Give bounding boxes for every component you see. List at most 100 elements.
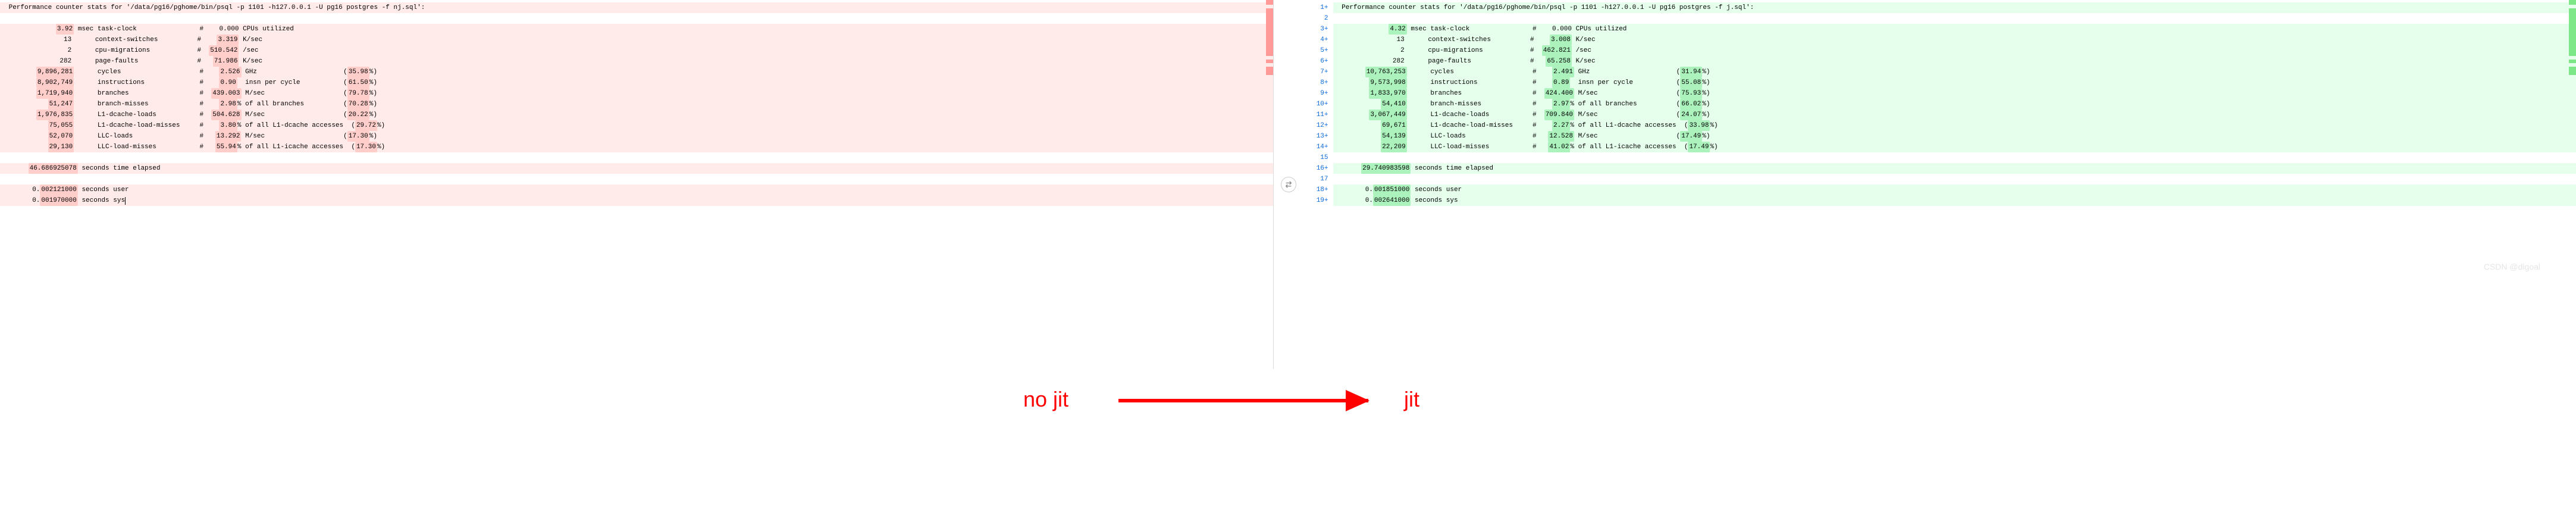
diff-text-chunk: cycles #: [74, 67, 219, 77]
diff-text-chunk: 2.98: [219, 99, 237, 110]
diff-text-chunk: GHz (: [1574, 67, 1680, 77]
right-minimap[interactable]: [2569, 0, 2576, 369]
diff-text-chunk: 424.400: [1544, 88, 1574, 99]
diff-text-chunk: 13.292: [215, 131, 242, 142]
diff-row: 46.686925078 seconds time elapsed: [0, 163, 1273, 174]
diff-text-chunk: % of all L1-dcache accesses (: [1570, 120, 1688, 131]
diff-text-chunk: [1338, 88, 1370, 99]
diff-text-chunk: 55.08: [1680, 77, 1702, 88]
diff-text-chunk: [5, 88, 36, 99]
diff-text-chunk: 001851000: [1373, 185, 1411, 195]
diff-row: 2 cpu-migrations # 510.542 /sec: [0, 45, 1273, 56]
diff-text-chunk: % of all branches (: [1570, 99, 1680, 110]
diff-text-chunk: [5, 120, 48, 131]
diff-row: 0.001970000 seconds sys: [0, 195, 1273, 206]
diff-text-chunk: 13 context-switches #: [5, 35, 217, 45]
diff-text-chunk: 4.32: [1389, 24, 1406, 35]
diff-row: 54,410 branch-misses # 2.97% of all bran…: [1333, 99, 2576, 110]
diff-text-chunk: seconds user: [1411, 185, 1462, 195]
diff-text-chunk: [1338, 163, 1362, 174]
diff-text-chunk: instructions #: [74, 77, 219, 88]
diff-text-chunk: 65.258: [1546, 56, 1572, 67]
diff-row: [0, 152, 1273, 163]
diff-text-chunk: 66.02: [1680, 99, 1702, 110]
diff-text-chunk: [5, 142, 48, 152]
diff-row: 54,139 LLC-loads # 12.528 M/sec (17.49%): [1333, 131, 2576, 142]
diff-text-chunk: 17.30: [347, 131, 369, 142]
diff-text-chunk: %): [1702, 131, 1710, 142]
diff-text-chunk: 504.628: [211, 110, 241, 120]
diff-text-chunk: %): [1710, 142, 1718, 152]
diff-text-chunk: 1,976,835: [36, 110, 74, 120]
line-number: 4+: [1306, 35, 1328, 45]
diff-row: 10,763,253 cycles # 2.491 GHz (31.94%): [1333, 67, 2576, 77]
diff-text-chunk: 75,055: [48, 120, 74, 131]
diff-text-chunk: 35.98: [347, 67, 369, 77]
diff-text-chunk: [1338, 99, 1381, 110]
diff-row: 13 context-switches # 3.319 K/sec: [0, 35, 1273, 45]
diff-text-chunk: L1-dcache-load-misses #: [74, 120, 219, 131]
diff-text-chunk: 462.821: [1542, 45, 1572, 56]
diff-text-chunk: 3,067,449: [1369, 110, 1406, 120]
diff-text-chunk: 439.003: [211, 88, 241, 99]
diff-text-chunk: K/sec: [239, 56, 262, 67]
diff-text-chunk: seconds time elapsed: [1411, 163, 1493, 174]
diff-text-chunk: 2 cpu-migrations #: [5, 45, 209, 56]
diff-row: Performance counter stats for '/data/pg1…: [0, 2, 1273, 13]
diff-text-chunk: branches #: [74, 88, 211, 99]
diff-text-chunk: 8,902,749: [36, 77, 74, 88]
diff-text-chunk: [1338, 24, 1389, 35]
right-diff-content[interactable]: Performance counter stats for '/data/pg1…: [1333, 0, 2576, 369]
line-number: 18+: [1306, 185, 1328, 195]
diff-row: 75,055 L1-dcache-load-misses # 3.80% of …: [0, 120, 1273, 131]
diff-text-chunk: 3.92: [56, 24, 74, 35]
diff-text-chunk: 0.89: [1552, 77, 1570, 88]
diff-text-chunk: 79.78: [347, 88, 369, 99]
diff-text-chunk: M/sec (: [241, 131, 347, 142]
diff-text-chunk: 17.49: [1688, 142, 1710, 152]
diff-text-chunk: 709.840: [1544, 110, 1574, 120]
diff-row: 29.740983598 seconds time elapsed: [1333, 163, 2576, 174]
diff-text-chunk: 24.07: [1680, 110, 1702, 120]
diff-text-chunk: 2.491: [1552, 67, 1574, 77]
diff-row: 0.002641000 seconds sys: [1333, 195, 2576, 206]
diff-text-chunk: seconds sys: [1411, 195, 1458, 206]
diff-text-chunk: [1338, 110, 1370, 120]
diff-text-chunk: 54,410: [1381, 99, 1407, 110]
line-number: 2: [1306, 13, 1328, 24]
swap-icon[interactable]: [1281, 177, 1296, 192]
diff-text-chunk: 2.526: [219, 67, 241, 77]
diff-row: [0, 174, 1273, 185]
diff-text-chunk: 0.: [5, 185, 40, 195]
diff-row: 0.001851000 seconds user: [1333, 185, 2576, 195]
diff-row: 52,070 LLC-loads # 13.292 M/sec (17.30%): [0, 131, 1273, 142]
left-diff-content[interactable]: Performance counter stats for '/data/pg1…: [0, 0, 1273, 369]
diff-text-chunk: %): [369, 99, 377, 110]
diff-text-chunk: %): [1702, 77, 1710, 88]
diff-text-chunk: [5, 24, 56, 35]
line-number: 16+: [1306, 163, 1328, 174]
diff-text-chunk: 002121000: [40, 185, 77, 195]
diff-text-chunk: 31.94: [1680, 67, 1702, 77]
line-number: 19+: [1306, 195, 1328, 206]
no-jit-label: no jit: [1023, 387, 1068, 412]
diff-row: 9,896,281 cycles # 2.526 GHz (35.98%): [0, 67, 1273, 77]
diff-text-chunk: 3.319: [217, 35, 239, 45]
line-number: 13+: [1306, 131, 1328, 142]
diff-text-chunk: 0.: [1338, 185, 1373, 195]
diff-text-chunk: 10,763,253: [1365, 67, 1407, 77]
line-number: 1+: [1306, 2, 1328, 13]
left-minimap[interactable]: [1266, 0, 1273, 369]
diff-text-chunk: 9,896,281: [36, 67, 74, 77]
diff-text-chunk: 46.686925078: [29, 163, 78, 174]
diff-row: 1,833,970 branches # 424.400 M/sec (75.9…: [1333, 88, 2576, 99]
diff-container: Performance counter stats for '/data/pg1…: [0, 0, 2576, 369]
diff-text-chunk: seconds user: [78, 185, 129, 195]
diff-text-chunk: 52,070: [48, 131, 74, 142]
diff-row: 51,247 branch-misses # 2.98% of all bran…: [0, 99, 1273, 110]
diff-text-chunk: M/sec (: [242, 88, 347, 99]
diff-text-chunk: M/sec (: [1574, 131, 1680, 142]
diff-text-chunk: %): [1702, 67, 1710, 77]
diff-text-chunk: 0.: [1338, 195, 1373, 206]
diff-text-chunk: seconds sys: [78, 195, 125, 206]
